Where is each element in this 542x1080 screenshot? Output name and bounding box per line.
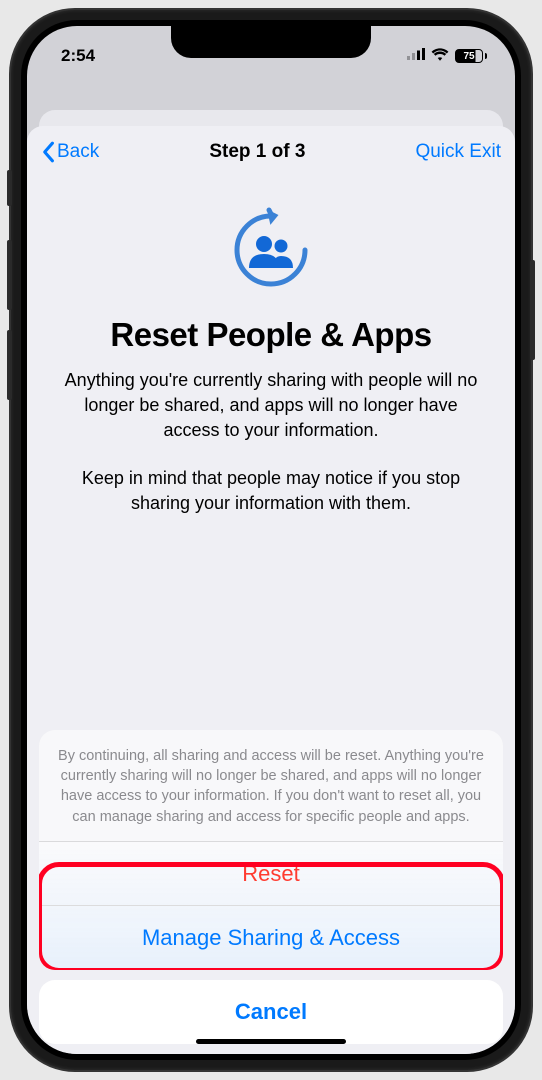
battery-percent: 75	[463, 51, 474, 62]
screen: 2:54 75	[27, 26, 515, 1054]
power-button	[530, 260, 535, 360]
volume-down-button	[7, 330, 12, 400]
back-label: Back	[57, 141, 99, 163]
wifi-icon	[431, 46, 449, 66]
manage-label: Manage Sharing & Access	[142, 925, 400, 951]
action-sheet: By continuing, all sharing and access wi…	[27, 730, 515, 1054]
reset-button[interactable]: Reset	[39, 842, 503, 906]
action-sheet-message: By continuing, all sharing and access wi…	[39, 730, 503, 842]
description-paragraph-1: Anything you're currently sharing with p…	[57, 368, 485, 444]
reset-label: Reset	[242, 861, 299, 887]
step-indicator: Step 1 of 3	[209, 141, 305, 163]
volume-up-button	[7, 240, 12, 310]
main-sheet: Back Step 1 of 3 Quick Exit	[27, 126, 515, 1054]
notch	[171, 26, 371, 58]
description-paragraph-2: Keep in mind that people may notice if y…	[57, 466, 485, 516]
battery-indicator: 75	[455, 49, 487, 63]
phone-frame: 2:54 75	[11, 10, 531, 1070]
clock: 2:54	[61, 46, 95, 65]
cancel-label: Cancel	[235, 999, 307, 1025]
action-sheet-group: By continuing, all sharing and access wi…	[39, 730, 503, 970]
navigation-bar: Back Step 1 of 3 Quick Exit	[27, 126, 515, 178]
manage-sharing-button[interactable]: Manage Sharing & Access	[39, 906, 503, 970]
cellular-signal-icon	[407, 46, 425, 66]
chevron-left-icon	[41, 141, 55, 163]
back-button[interactable]: Back	[41, 141, 99, 163]
quick-exit-button[interactable]: Quick Exit	[415, 141, 501, 163]
mute-switch	[7, 170, 12, 206]
phone-bezel: 2:54 75	[21, 20, 521, 1060]
hero-section: Reset People & Apps Anything you're curr…	[27, 178, 515, 516]
cancel-button[interactable]: Cancel	[39, 980, 503, 1044]
home-indicator[interactable]	[196, 1039, 346, 1044]
page-title: Reset People & Apps	[57, 316, 485, 354]
reset-people-icon	[227, 206, 315, 294]
